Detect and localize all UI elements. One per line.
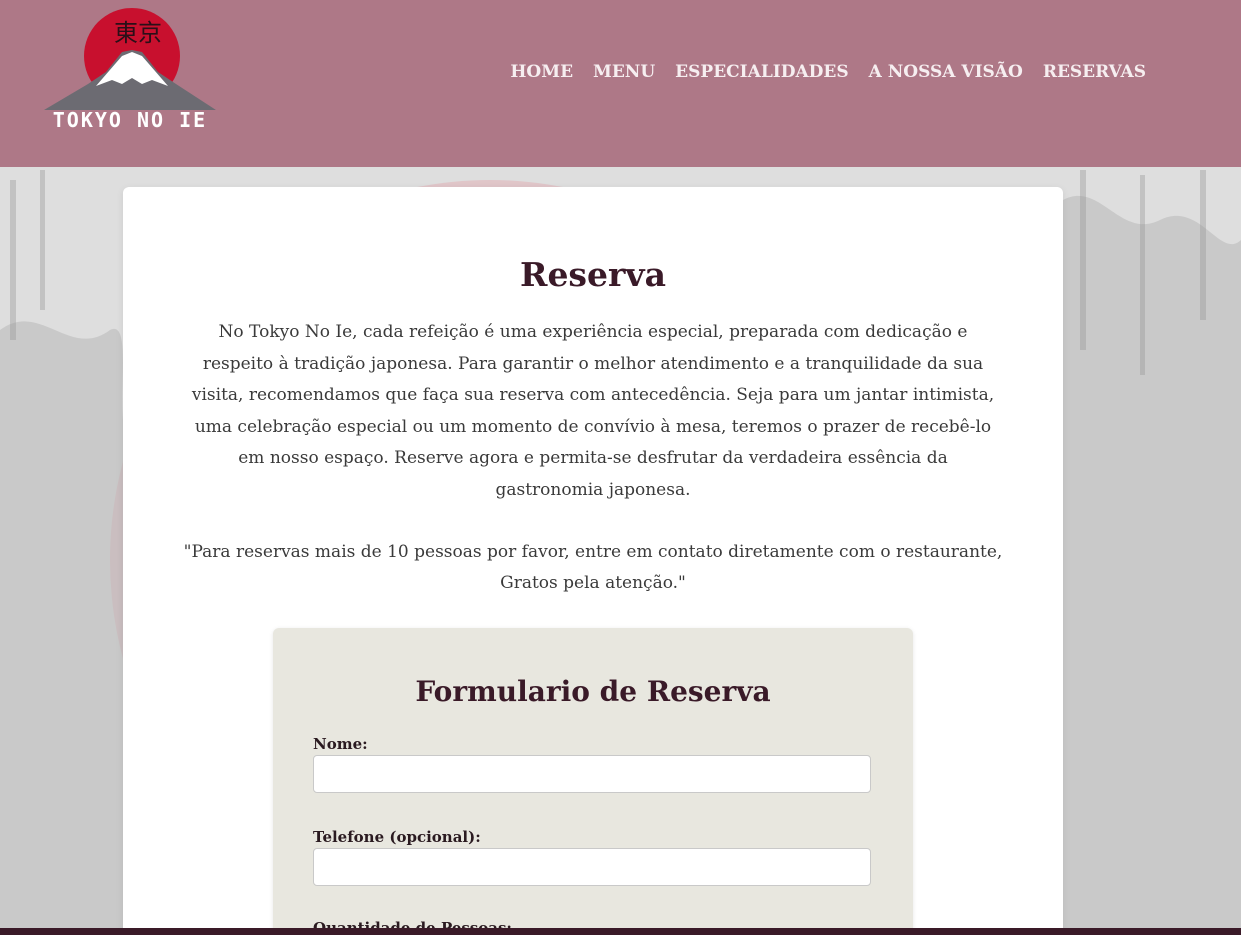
nav-item-reservas[interactable]: RESERVAS (1043, 58, 1146, 86)
large-group-notice: "Para reservas mais de 10 pessoas por fa… (183, 542, 1003, 593)
main-nav: HOME MENU ESPECIALIDADES A NOSSA VISÃO R… (510, 58, 1146, 86)
page-bottom-bar (0, 928, 1241, 935)
form-title: Formulario de Reserva (415, 675, 771, 708)
intro-paragraph: No Tokyo No Ie, cada refeição é uma expe… (191, 322, 995, 500)
logo-text: TOKYO NO IE (52, 108, 208, 132)
name-label: Nome: (313, 735, 368, 753)
nav-item-menu[interactable]: MENU (593, 58, 655, 86)
site-header: 東京 TOKYO NO IE HOME MENU ESPECIALIDADES … (0, 0, 1241, 167)
nav-item-especialidades[interactable]: ESPECIALIDADES (675, 58, 848, 86)
page-title: Reserva (520, 255, 666, 294)
reservation-form: Formulario de Reserva Nome: Telefone (op… (273, 628, 913, 935)
nav-item-home[interactable]: HOME (510, 58, 573, 86)
site-logo[interactable]: 東京 TOKYO NO IE (44, 6, 216, 136)
logo-kanji: 東京 (114, 19, 162, 47)
reservation-card: Reserva No Tokyo No Ie, cada refeição é … (123, 187, 1063, 935)
phone-label: Telefone (opcional): (313, 828, 481, 846)
nav-item-nossa-visao[interactable]: A NOSSA VISÃO (869, 58, 1023, 86)
phone-field[interactable] (313, 848, 871, 886)
name-field[interactable] (313, 755, 871, 793)
